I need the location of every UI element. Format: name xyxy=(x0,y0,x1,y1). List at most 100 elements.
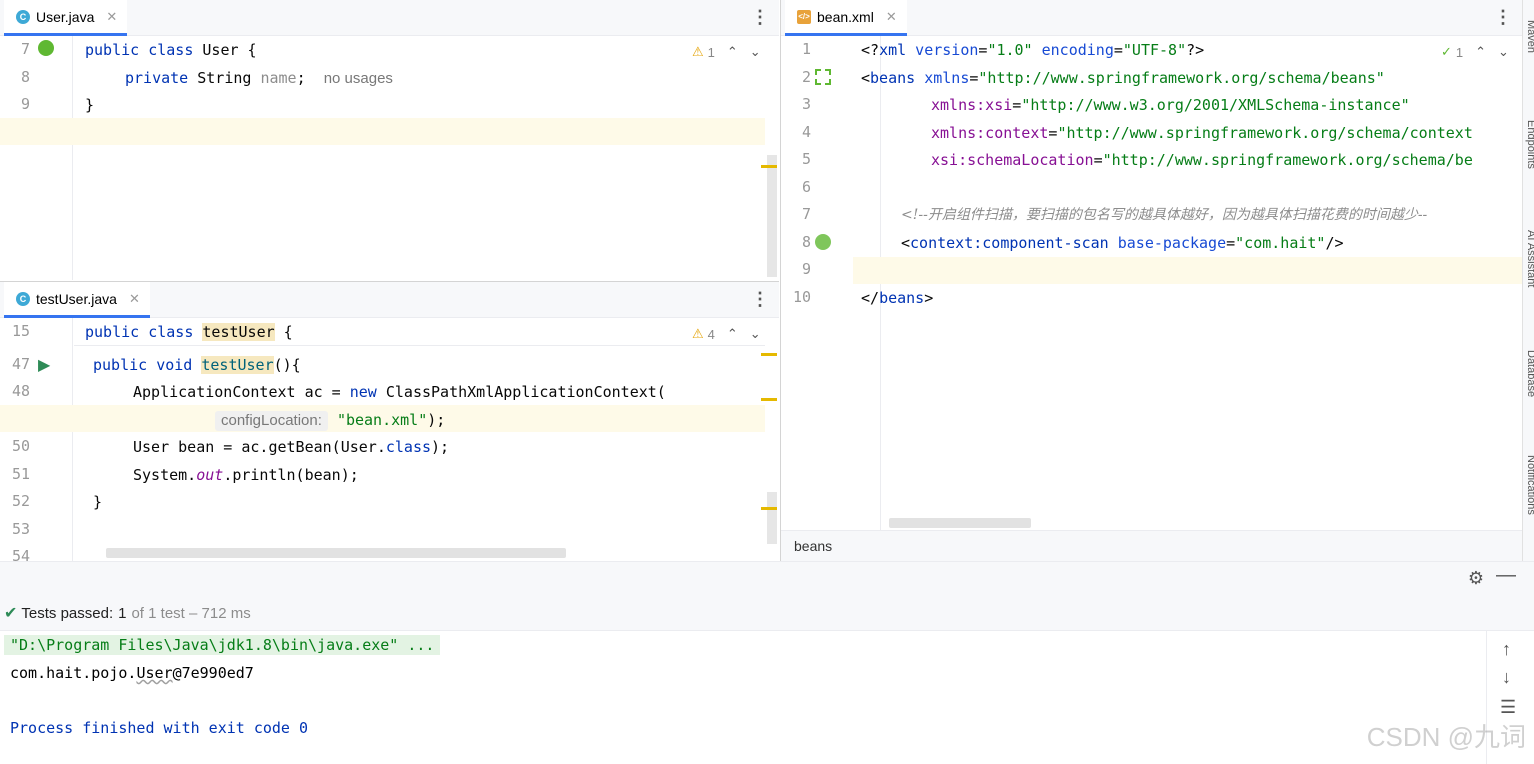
code-text: (){ xyxy=(273,356,301,374)
console-line: com.hait.pojo.User@7e990ed7 xyxy=(10,663,254,683)
gutter: 15 47 ▶ 48 49 50 51 52 53 54 xyxy=(0,318,73,561)
line-number: 8 xyxy=(801,233,811,251)
warning-stripe[interactable] xyxy=(761,165,777,168)
class-name: testUser xyxy=(202,323,275,341)
spring-config-icon[interactable] xyxy=(815,69,831,85)
xml-value: "http://www.springframework.org/schema/b… xyxy=(978,69,1385,87)
code-text: System. xyxy=(133,466,197,484)
chevron-up-icon[interactable]: ⌃ xyxy=(1475,44,1486,60)
line-number: 48 xyxy=(11,382,30,400)
line-number: 9 xyxy=(20,95,30,113)
spring-scan-icon[interactable] xyxy=(815,234,831,250)
tool-notifications[interactable]: Notifications xyxy=(1525,455,1534,515)
watermark: CSDN @九词 xyxy=(1366,722,1526,752)
spring-bean-icon[interactable] xyxy=(38,40,54,56)
class-icon: C xyxy=(16,291,30,306)
chevron-down-icon[interactable]: ⌄ xyxy=(750,326,761,342)
warning-count: 4 xyxy=(707,326,715,342)
chevron-up-icon[interactable]: ⌃ xyxy=(727,44,738,60)
close-icon[interactable]: ✕ xyxy=(106,9,117,25)
run-test-icon[interactable]: ▶ xyxy=(38,355,50,375)
line-number: 3 xyxy=(801,95,811,113)
code-area[interactable]: <?xml version="1.0" encoding="UTF-8"?> <… xyxy=(861,36,1522,561)
more-actions-icon[interactable]: ⋮ xyxy=(751,8,769,26)
xml-attr: xmlns:context xyxy=(931,124,1049,142)
chevron-up-icon[interactable]: ⌃ xyxy=(727,326,738,342)
xml-attr: xmlns xyxy=(915,69,970,87)
inspection-widget[interactable]: ⚠ 4 ⌃ ⌄ xyxy=(692,326,761,342)
close-icon[interactable]: ✕ xyxy=(129,291,140,307)
string-literal: "bean.xml" xyxy=(336,411,428,429)
tab-bean-xml[interactable]: </> bean.xml ✕ xyxy=(785,0,907,36)
console-text: com.hait.pojo. xyxy=(10,664,137,682)
code-text: /> xyxy=(1325,234,1344,252)
arrow-up-icon[interactable]: ↑ xyxy=(1502,639,1511,660)
console-finish: Process finished with exit code 0 xyxy=(10,719,309,737)
line-number: 2 xyxy=(801,68,811,86)
horizontal-scrollbar[interactable] xyxy=(889,518,1031,528)
close-icon[interactable]: ✕ xyxy=(886,9,897,25)
tool-endpoints[interactable]: Endpoints xyxy=(1525,120,1534,169)
tool-maven[interactable]: Maven xyxy=(1525,20,1534,53)
field-name: name xyxy=(260,69,297,87)
warning-stripe[interactable] xyxy=(761,353,777,356)
warning-stripe[interactable] xyxy=(761,398,777,401)
tab-bar: C testUser.java ✕ ⋮ xyxy=(0,282,779,318)
xml-value: "http://www.springframework.org/schema/c… xyxy=(1057,124,1473,142)
keyword: private xyxy=(125,69,189,87)
arrow-down-icon[interactable]: ↓ xyxy=(1502,667,1511,688)
line-number: 15 xyxy=(11,322,30,340)
vertical-scrollbar[interactable] xyxy=(767,155,777,277)
console-link[interactable]: User xyxy=(136,664,172,682)
xml-value: "1.0" xyxy=(987,41,1033,59)
usage-hint[interactable]: no usages xyxy=(324,70,393,87)
more-actions-icon[interactable]: ⋮ xyxy=(1494,8,1512,26)
vertical-scrollbar[interactable] xyxy=(767,492,777,544)
line-number: 7 xyxy=(20,40,30,58)
code-text: User bean = ac.getBean(User. xyxy=(133,438,386,456)
warning-icon: ⚠ xyxy=(692,44,704,59)
line-number: 5 xyxy=(801,150,811,168)
code-line: xmlns:context="http://www.springframewor… xyxy=(931,123,1473,143)
tab-label: User.java xyxy=(36,8,95,25)
inspection-widget[interactable]: ✓ 1 ⌃ ⌄ xyxy=(1437,44,1509,60)
chevron-down-icon[interactable]: ⌄ xyxy=(1498,44,1509,60)
code-text: = xyxy=(1226,234,1236,252)
more-actions-icon[interactable]: ⋮ xyxy=(751,290,769,308)
static-field: out xyxy=(196,466,224,484)
code-text: ApplicationContext ac = xyxy=(133,383,350,401)
horizontal-scrollbar[interactable] xyxy=(106,548,566,558)
soft-wrap-icon[interactable]: ☰ xyxy=(1500,697,1516,718)
breadcrumb[interactable]: beans xyxy=(794,538,832,554)
warning-stripe[interactable] xyxy=(761,507,777,510)
tool-ai-assistant[interactable]: AI Assistant xyxy=(1525,230,1534,287)
xml-attr: xmlns:xsi xyxy=(931,96,1013,114)
breadcrumb-bar: beans xyxy=(781,530,1522,561)
code-line: System.out.println(bean); xyxy=(133,465,359,485)
code-text: ); xyxy=(431,438,450,456)
line-number: 50 xyxy=(11,437,30,455)
gear-icon[interactable]: ⚙ xyxy=(1468,568,1484,589)
code-area[interactable]: public class testUser { public void test… xyxy=(85,318,765,561)
code-text: > xyxy=(924,289,934,307)
xml-tag: beans xyxy=(879,289,925,307)
tab-testuser-java[interactable]: C testUser.java ✕ xyxy=(4,282,150,318)
inspection-count: 1 xyxy=(1455,44,1464,60)
tab-label: bean.xml xyxy=(817,8,874,25)
code-text: <? xyxy=(861,41,880,59)
minimize-icon[interactable]: — xyxy=(1496,564,1516,587)
chevron-down-icon[interactable]: ⌄ xyxy=(750,44,761,60)
code-line: private String name; no usages xyxy=(125,68,393,89)
status-detail: of 1 test – 712 ms xyxy=(131,604,251,622)
xml-value: "http://www.springframework.org/schema/b… xyxy=(1102,151,1473,169)
code-area[interactable]: public class User { private String name;… xyxy=(85,36,765,280)
parameter-hint: configLocation: xyxy=(215,411,328,431)
tool-database[interactable]: Database xyxy=(1525,350,1534,397)
console-output[interactable]: "D:\Program Files\Java\jdk1.8\bin\java.e… xyxy=(0,631,1486,764)
tab-user-java[interactable]: C User.java ✕ xyxy=(4,0,128,36)
inspection-widget[interactable]: ⚠ 1 ⌃ ⌄ xyxy=(692,44,761,60)
line-number: 51 xyxy=(11,465,30,483)
code-line: ApplicationContext ac = new ClassPathXml… xyxy=(133,382,666,402)
code-line: <beans xmlns="http://www.springframework… xyxy=(861,68,1385,88)
code-line: User bean = ac.getBean(User.class); xyxy=(133,437,449,457)
